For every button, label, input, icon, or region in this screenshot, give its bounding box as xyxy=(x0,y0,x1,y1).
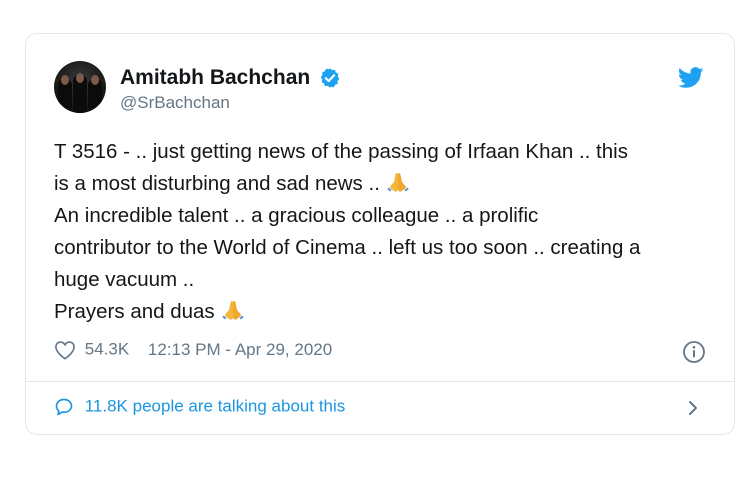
tweet-line: contributor to the World of Cinema .. le… xyxy=(54,236,641,259)
divider xyxy=(26,381,734,382)
folded-hands-emoji xyxy=(387,173,409,192)
avatar[interactable] xyxy=(54,61,106,113)
tweet-line: is a most disturbing and sad news .. xyxy=(54,168,714,200)
twitter-bird-icon[interactable] xyxy=(678,67,704,89)
verified-badge-icon xyxy=(320,68,339,88)
tweet-line: huge vacuum .. xyxy=(54,268,195,291)
tweet-line: Prayers and duas xyxy=(54,296,714,328)
handle[interactable]: @SrBachchan xyxy=(120,93,341,113)
tweet-line: T 3516 - .. just getting news of the pas… xyxy=(54,140,628,163)
conversation-link[interactable]: 11.8K people are talking about this xyxy=(54,396,345,420)
tweet-line-text: is a most disturbing and sad news .. xyxy=(54,172,380,195)
chevron-right-icon[interactable] xyxy=(686,398,700,418)
display-name[interactable]: Amitabh Bachchan xyxy=(120,65,310,91)
tweet-line: An incredible talent .. a gracious colle… xyxy=(54,204,539,227)
tweet-meta: 54.3K 12:13 PM - Apr 29, 2020 xyxy=(54,339,332,363)
heart-icon[interactable] xyxy=(54,340,76,360)
tweet-header: Amitabh Bachchan @SrBachchan xyxy=(54,61,706,117)
comment-bubble-icon xyxy=(55,398,73,415)
tweet-text: T 3516 - .. just getting news of the pas… xyxy=(54,136,714,328)
tweet-card: Amitabh Bachchan @SrBachchan T 3516 - ..… xyxy=(25,33,735,435)
author-info[interactable]: Amitabh Bachchan @SrBachchan xyxy=(120,65,341,113)
conversation-count[interactable]: 11.8K people are talking about this xyxy=(85,397,346,416)
info-icon[interactable] xyxy=(682,340,706,364)
tweet-line-text: Prayers and duas xyxy=(54,300,215,323)
folded-hands-emoji xyxy=(221,301,244,320)
timestamp[interactable]: 12:13 PM - Apr 29, 2020 xyxy=(148,340,332,359)
like-count[interactable]: 54.3K xyxy=(85,340,129,359)
